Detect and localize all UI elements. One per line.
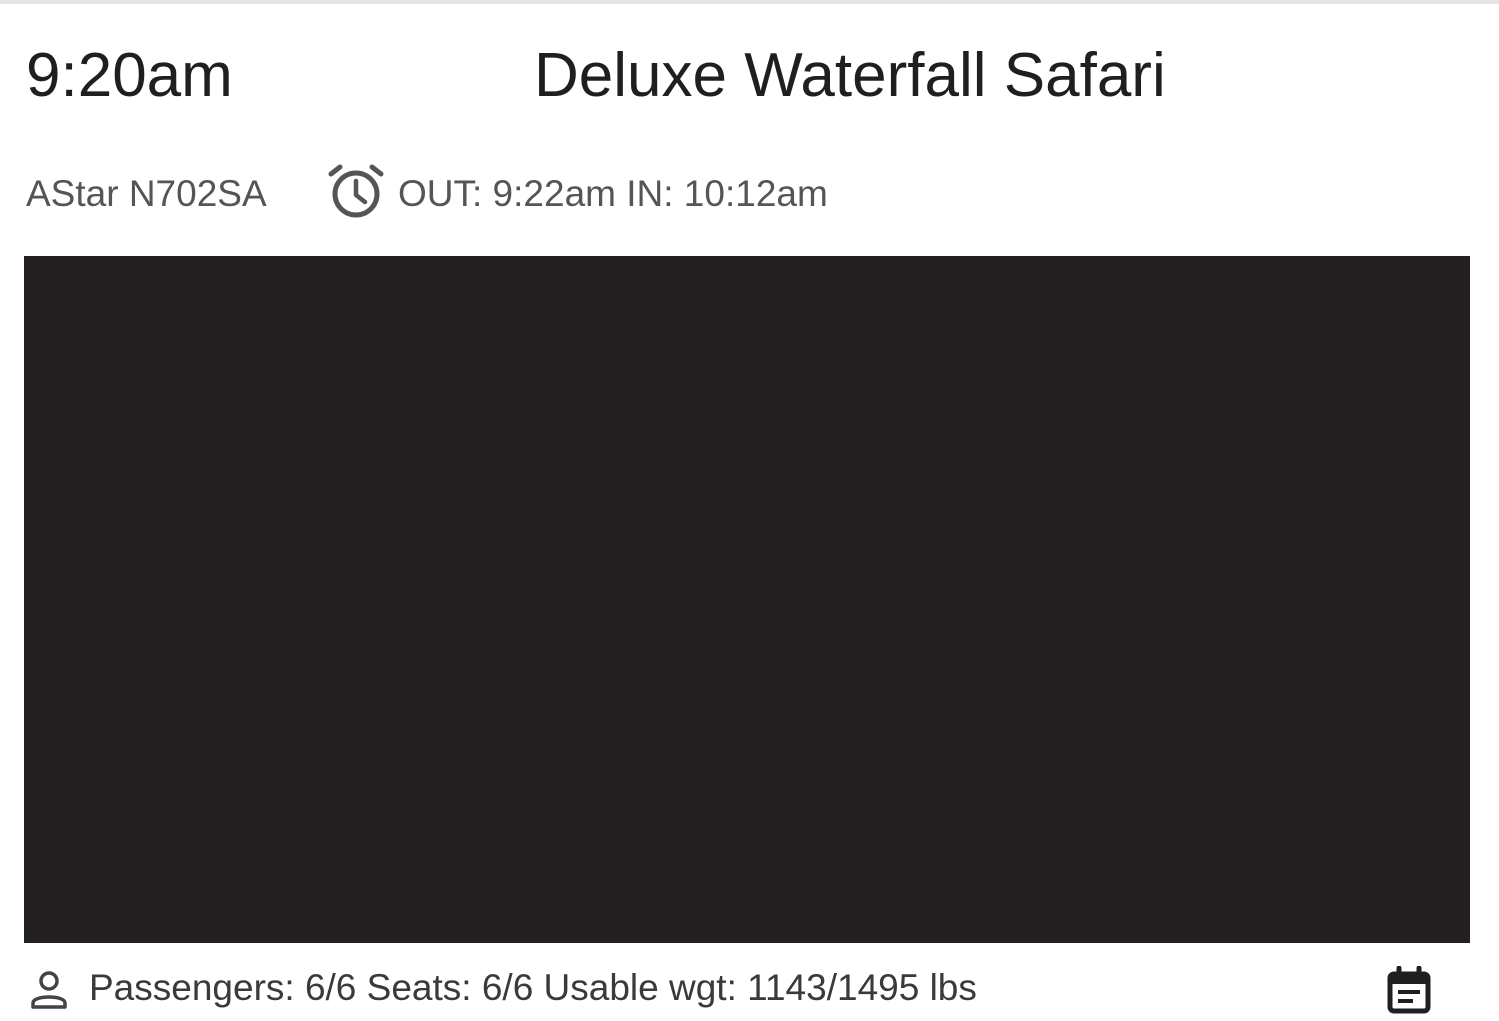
tour-title: Deluxe Waterfall Safari <box>534 41 1166 110</box>
aircraft-label: AStar N702SA <box>26 173 267 214</box>
tour-media-area <box>24 256 1470 943</box>
out-in-times: OUT: 9:22am IN: 10:12am <box>398 173 828 214</box>
departure-time: 9:20am <box>26 41 233 110</box>
capacity-stats: Passengers: 6/6 Seats: 6/6 Usable wgt: 1… <box>89 967 977 1008</box>
person-outline-icon <box>31 971 67 1009</box>
alarm-clock-icon <box>328 164 384 218</box>
event-note-icon[interactable] <box>1386 966 1432 1014</box>
